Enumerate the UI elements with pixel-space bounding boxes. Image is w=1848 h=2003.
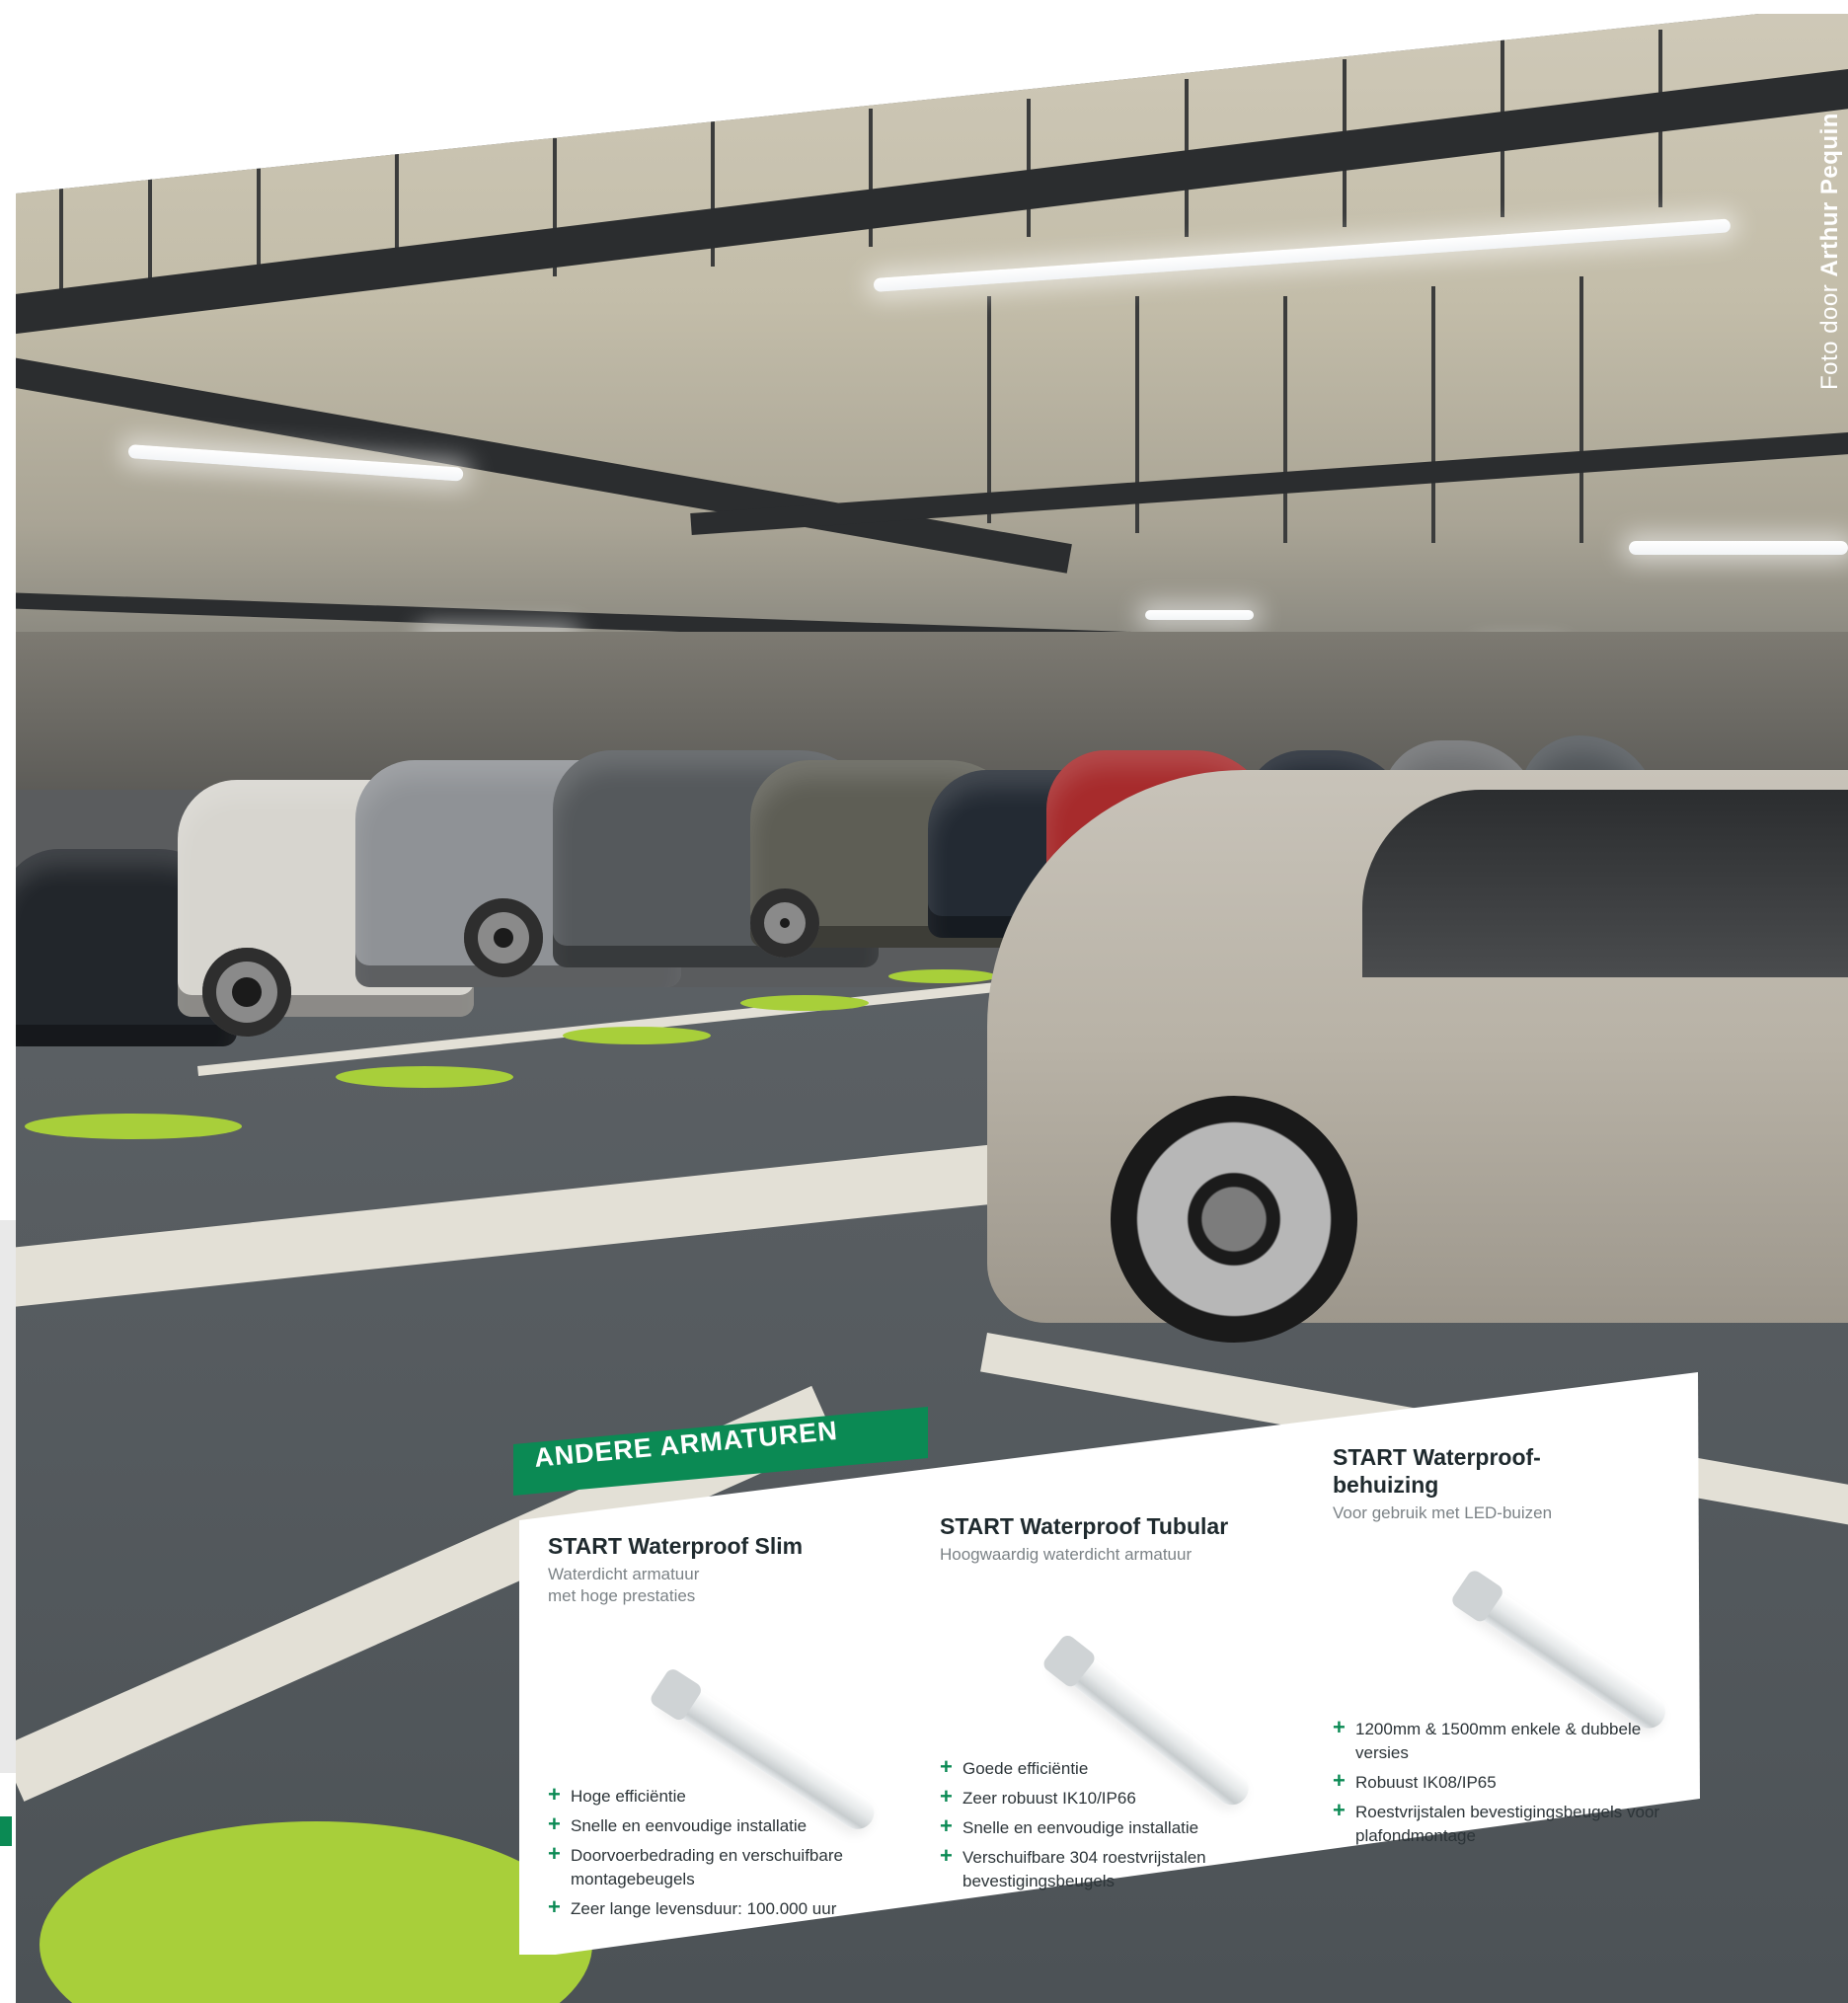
plus-icon: + (548, 1894, 561, 1919)
page-edge-accent (0, 1816, 12, 1846)
plus-icon: + (1333, 1715, 1346, 1739)
feature-item: + Zeer robuust IK10/IP66 (940, 1784, 1136, 1809)
plus-icon: + (548, 1782, 561, 1807)
feature-item: + Roestvrijstalen bevestigingsbeugels voo… (1333, 1798, 1660, 1846)
feature-item: + Snelle en eenvoudige installatie (548, 1811, 808, 1836)
product-card-slim: START Waterproof Slim Waterdicht armatuu… (548, 1532, 881, 1919)
feature-item: + Doorvoerbedrading en verschuifbare mont… (548, 1841, 843, 1889)
car-wheel (202, 948, 291, 1037)
feature-item: + Robuust IK08/IP65 (1333, 1768, 1497, 1793)
subtitle-line: Voor gebruik met LED-buizen (1333, 1503, 1553, 1522)
subtitle-line: met hoge prestaties (548, 1586, 696, 1605)
product-name: START Waterproof- behuizing (1333, 1443, 1552, 1499)
floor-marker (740, 995, 869, 1011)
ceiling-lamp (1145, 610, 1254, 620)
foreground-car-wheel (1111, 1096, 1357, 1343)
plus-icon: + (548, 1811, 561, 1836)
foreground-car-window (1362, 790, 1848, 977)
plus-icon: + (1333, 1798, 1346, 1822)
subtitle-line: Waterdicht armatuur (548, 1565, 700, 1583)
floor-marker (336, 1066, 513, 1088)
feature-item: + Goede efficiëntie (940, 1754, 1089, 1779)
product-card-housing: START Waterproof- behuizing Voor gebruik… (1333, 1443, 1672, 1845)
feature-list: +1200mm & 1500mm enkele & dubbele versie… (1333, 1715, 1681, 1854)
page-edge-strip (0, 1220, 16, 1773)
feature-list: + Goede efficiëntie + Zeer robuust IK10/IP… (940, 1754, 1288, 1899)
product-name: START Waterproof Tubular (940, 1513, 1229, 1539)
ceiling-rib (59, 178, 63, 296)
photo-credit: Foto door Arthur Pequin (1816, 113, 1844, 390)
subtitle-line: Hoogwaardig waterdicht armatuur (940, 1545, 1193, 1564)
feature-item: + Hoge efficiëntie (548, 1782, 686, 1807)
plus-icon: + (548, 1841, 561, 1866)
ceiling-rib (987, 296, 991, 523)
product-subtitle: Waterdicht armatuur met hoge prestaties (548, 1564, 803, 1607)
feature-list: + Hoge efficiëntie + Snelle en eenvoudige … (548, 1782, 896, 1927)
car-wheel (464, 898, 543, 977)
ceiling-rib (1579, 276, 1583, 543)
feature-item: + Verschuifbare 304 roestvrijstalen beves… (940, 1843, 1206, 1891)
feature-item: +1200mm & 1500mm enkele & dubbele versie… (1333, 1715, 1642, 1763)
plus-icon: + (940, 1813, 953, 1838)
plus-icon: + (940, 1754, 953, 1779)
ceiling-rib (1283, 296, 1287, 543)
product-name-line: behuizing (1333, 1472, 1439, 1498)
car-wheel (750, 888, 819, 958)
feature-item: + Snelle en eenvoudige installatie (940, 1813, 1199, 1838)
floor-marker (888, 969, 997, 983)
product-card-tubular: START Waterproof Tubular Hoogwaardig wat… (940, 1512, 1256, 1890)
plus-icon: + (1333, 1768, 1346, 1793)
ceiling-lamp (1629, 541, 1848, 555)
photo-credit-prefix: Foto door (1816, 283, 1843, 390)
product-name: START Waterproof Slim (548, 1533, 804, 1559)
photo-credit-name: Arthur Pequin (1816, 113, 1843, 277)
ceiling-rib (257, 158, 261, 276)
product-subtitle: Voor gebruik met LED-buizen (1333, 1502, 1552, 1524)
feature-item: + Zeer lange levensduur: 100.000 uur (548, 1894, 837, 1919)
floor-marker (25, 1114, 242, 1139)
plus-icon: + (940, 1784, 953, 1809)
product-name-line: START Waterproof- (1333, 1444, 1541, 1470)
ceiling-rib (1027, 99, 1031, 237)
floor-marker (563, 1027, 711, 1044)
ceiling-rib (1431, 286, 1435, 543)
product-subtitle: Hoogwaardig waterdicht armatuur (940, 1544, 1228, 1566)
plus-icon: + (940, 1843, 953, 1868)
